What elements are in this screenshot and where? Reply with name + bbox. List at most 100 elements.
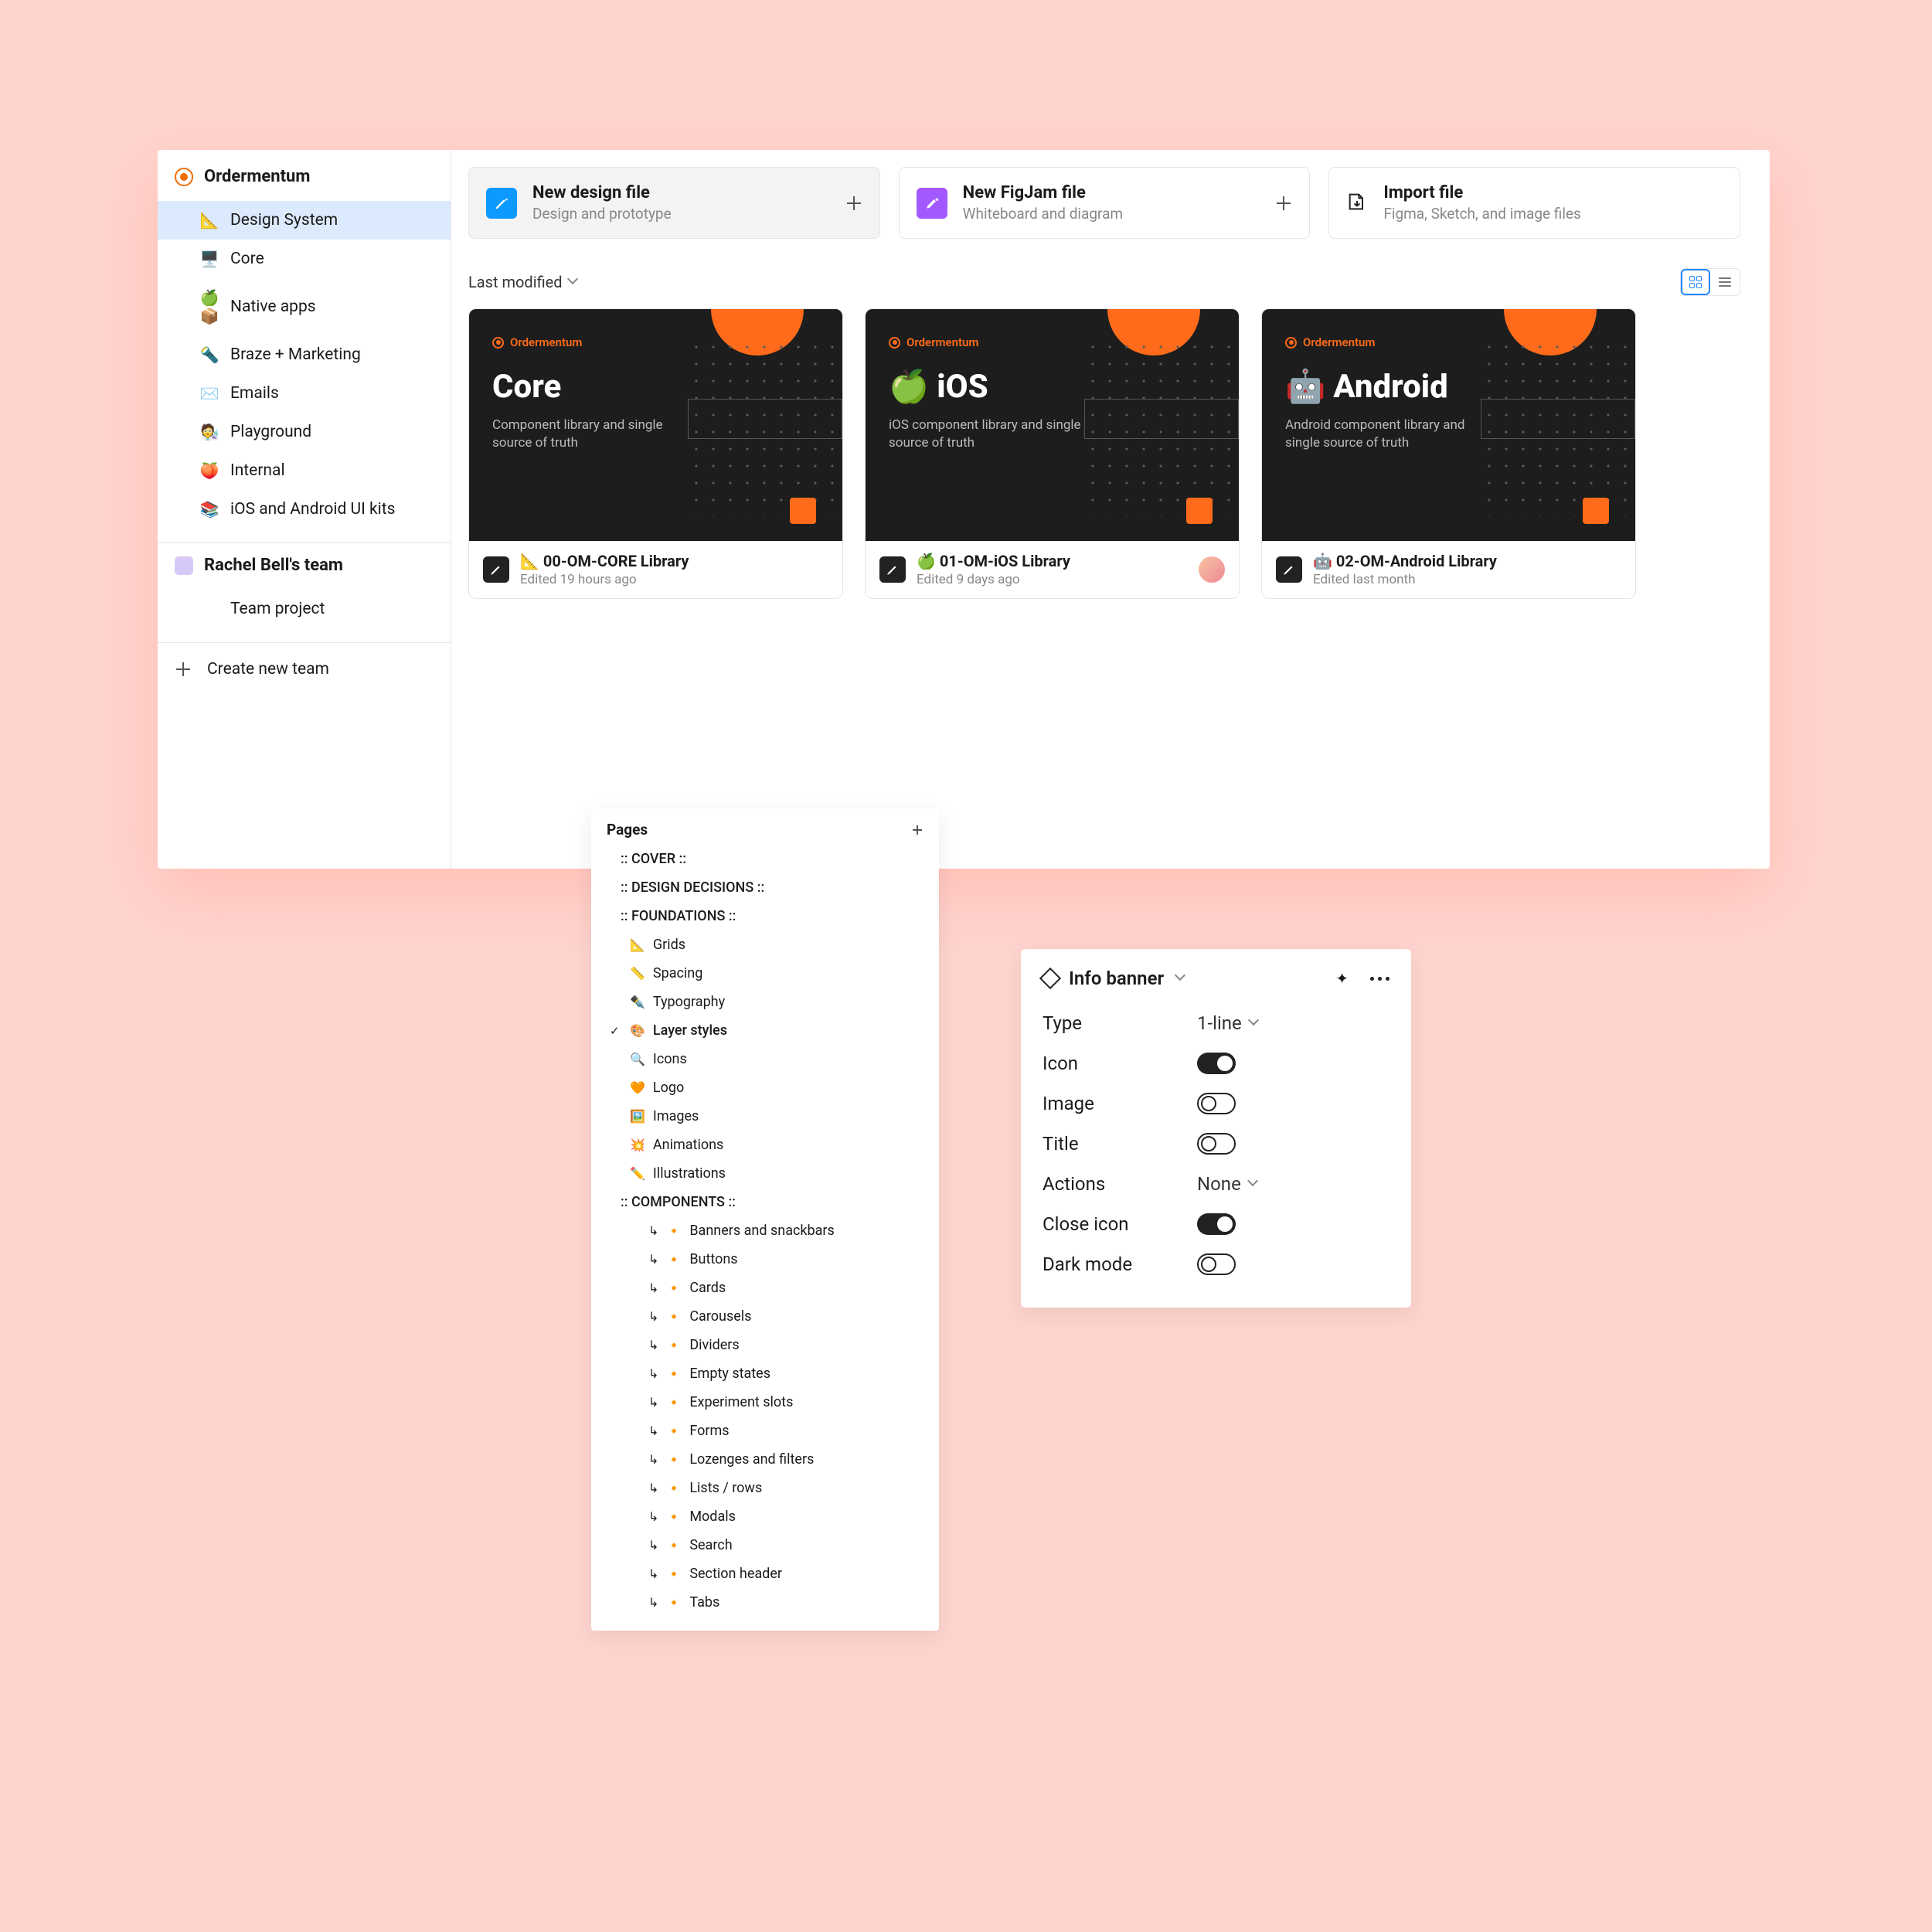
page-item[interactable]: 📐Grids xyxy=(604,930,927,959)
diamond-icon: 🔸 xyxy=(666,1252,682,1267)
card-title: New design file xyxy=(532,183,672,202)
page-section-header[interactable]: :: COVER :: xyxy=(604,845,927,873)
page-emoji-icon: ✒️ xyxy=(630,995,645,1009)
create-team-button[interactable]: Create new team xyxy=(158,642,451,696)
import-file-card[interactable]: Import file Figma, Sketch, and image fil… xyxy=(1328,167,1740,239)
file-card[interactable]: Ordermentum 🍏iOS iOS component library a… xyxy=(865,308,1240,599)
file-card[interactable]: Ordermentum 🤖Android Android component l… xyxy=(1261,308,1636,599)
page-emoji-icon: 🖼️ xyxy=(630,1109,645,1124)
page-section-header[interactable]: :: COMPONENTS :: xyxy=(604,1188,927,1216)
page-item[interactable]: ✏️Illustrations xyxy=(604,1159,927,1188)
sort-dropdown[interactable]: Last modified xyxy=(468,273,580,291)
toggle-switch[interactable] xyxy=(1197,1053,1236,1074)
file-name: 🤖 02-OM-Android Library xyxy=(1313,552,1497,570)
new-figjam-file-card[interactable]: New FigJam file Whiteboard and diagram xyxy=(899,167,1311,239)
project-emoji-icon: 📚 xyxy=(199,500,219,519)
sort-label: Last modified xyxy=(468,273,563,291)
file-type-icon xyxy=(483,556,509,583)
project-emoji-icon: 📐 xyxy=(199,211,219,230)
page-item[interactable]: ↳🔸Buttons xyxy=(604,1245,927,1274)
project-emoji-icon: ✉️ xyxy=(199,384,219,403)
card-subtitle: Whiteboard and diagram xyxy=(963,205,1123,223)
arrow-icon: ↳ xyxy=(648,1566,658,1581)
sidebar-item[interactable]: 🍑 Internal xyxy=(158,451,451,490)
prop-label: Title xyxy=(1043,1133,1197,1155)
file-edited: Edited 9 days ago xyxy=(917,572,1070,587)
project-label: Emails xyxy=(230,384,279,403)
list-view-button[interactable] xyxy=(1710,269,1740,295)
page-item[interactable]: 💥Animations xyxy=(604,1131,927,1159)
main-content: New design file Design and prototype New… xyxy=(451,150,1770,869)
file-name: 📐 00-OM-CORE Library xyxy=(520,552,689,570)
select-control[interactable]: None xyxy=(1197,1173,1260,1195)
page-item[interactable]: ↳🔸Banners and snackbars xyxy=(604,1216,927,1245)
page-label: Spacing xyxy=(653,965,702,981)
swap-instance-icon[interactable]: ✦ xyxy=(1335,969,1349,988)
page-item[interactable]: ✒️Typography xyxy=(604,988,927,1016)
toggle-switch[interactable] xyxy=(1197,1213,1236,1235)
chevron-down-icon[interactable] xyxy=(1176,973,1187,984)
page-item[interactable]: ↳🔸Carousels xyxy=(604,1302,927,1331)
page-item[interactable]: 📏 Spacing xyxy=(604,959,927,988)
page-emoji-icon: 📏 xyxy=(630,966,645,981)
pages-header: Pages xyxy=(607,821,923,838)
grid-view-button[interactable] xyxy=(1681,269,1710,295)
file-type-icon xyxy=(879,556,906,583)
page-item[interactable]: ↳🔸Dividers xyxy=(604,1331,927,1359)
project-list: 📐 Design System🖥️ Core🍏 📦 Native apps🔦 B… xyxy=(158,198,451,543)
more-options-button[interactable] xyxy=(1370,977,1389,981)
sidebar-item[interactable]: 📐 Design System xyxy=(158,201,451,240)
toggle-switch[interactable] xyxy=(1197,1133,1236,1155)
page-item[interactable]: ↳🔸Lozenges and filters xyxy=(604,1445,927,1474)
sidebar-item[interactable]: ✉️ Emails xyxy=(158,374,451,413)
thumbnail-subtitle: iOS component library and single source … xyxy=(889,417,1082,452)
arrow-icon: ↳ xyxy=(648,1309,658,1324)
toggle-switch[interactable] xyxy=(1197,1093,1236,1114)
sidebar-item[interactable]: 🖥️ Core xyxy=(158,240,451,278)
page-section-header[interactable]: :: DESIGN DECISIONS :: xyxy=(604,873,927,902)
prop-label: Actions xyxy=(1043,1173,1197,1195)
page-item[interactable]: 🧡Logo xyxy=(604,1073,927,1102)
arrow-icon: ↳ xyxy=(648,1481,658,1495)
diamond-icon: 🔸 xyxy=(666,1538,682,1553)
page-item[interactable]: ↳🔸Experiment slots xyxy=(604,1388,927,1417)
page-item[interactable]: 🔍Icons xyxy=(604,1045,927,1073)
component-icon xyxy=(1039,968,1061,989)
sidebar-item[interactable]: 🧑‍🔬 Playground xyxy=(158,413,451,451)
page-label: :: COMPONENTS :: xyxy=(621,1194,736,1210)
page-section-header[interactable]: :: FOUNDATIONS :: xyxy=(604,902,927,930)
project-emoji-icon: 🖥️ xyxy=(199,250,219,268)
sidebar-item[interactable]: Team project xyxy=(158,590,451,628)
page-item[interactable]: 🖼️Images xyxy=(604,1102,927,1131)
sidebar-item[interactable]: 🔦 Braze + Marketing xyxy=(158,335,451,374)
page-item[interactable]: ↳🔸Modals xyxy=(604,1502,927,1531)
project-emoji-icon: 🔦 xyxy=(199,345,219,364)
team-header-personal[interactable]: Rachel Bell's team xyxy=(158,543,451,587)
file-card[interactable]: Ordermentum Core Component library and s… xyxy=(468,308,843,599)
select-value: 1-line xyxy=(1197,1012,1242,1034)
team-header-ordermentum[interactable]: Ordermentum xyxy=(158,155,451,198)
page-label: Section header xyxy=(689,1566,782,1582)
props-header: Info banner ✦ xyxy=(1043,968,1389,989)
page-item[interactable]: ↳🔸Cards xyxy=(604,1274,927,1302)
page-emoji-icon: 🔍 xyxy=(630,1052,645,1066)
page-item[interactable]: ↳🔸Forms xyxy=(604,1417,927,1445)
page-item[interactable]: ↳🔸Search xyxy=(604,1531,927,1560)
arrow-icon: ↳ xyxy=(648,1395,658,1410)
page-item[interactable]: ↳🔸Section header xyxy=(604,1560,927,1588)
page-item[interactable]: ↳🔸Empty states xyxy=(604,1359,927,1388)
page-label: Buttons xyxy=(689,1251,737,1267)
card-text: Import file Figma, Sketch, and image fil… xyxy=(1383,183,1580,223)
project-list: Team project xyxy=(158,587,451,642)
sidebar-item[interactable]: 📚 iOS and Android UI kits xyxy=(158,490,451,529)
page-item[interactable]: 🎨Layer styles xyxy=(604,1016,927,1045)
page-item[interactable]: ↳🔸Tabs xyxy=(604,1588,927,1617)
sidebar-item[interactable]: 🍏 📦 Native apps xyxy=(158,278,451,335)
prop-row: Image xyxy=(1043,1083,1389,1124)
add-page-button[interactable] xyxy=(911,824,923,836)
file-edited: Edited last month xyxy=(1313,572,1497,587)
page-item[interactable]: ↳🔸Lists / rows xyxy=(604,1474,927,1502)
toggle-switch[interactable] xyxy=(1197,1253,1236,1275)
new-design-file-card[interactable]: New design file Design and prototype xyxy=(468,167,880,239)
select-control[interactable]: 1-line xyxy=(1197,1012,1260,1034)
